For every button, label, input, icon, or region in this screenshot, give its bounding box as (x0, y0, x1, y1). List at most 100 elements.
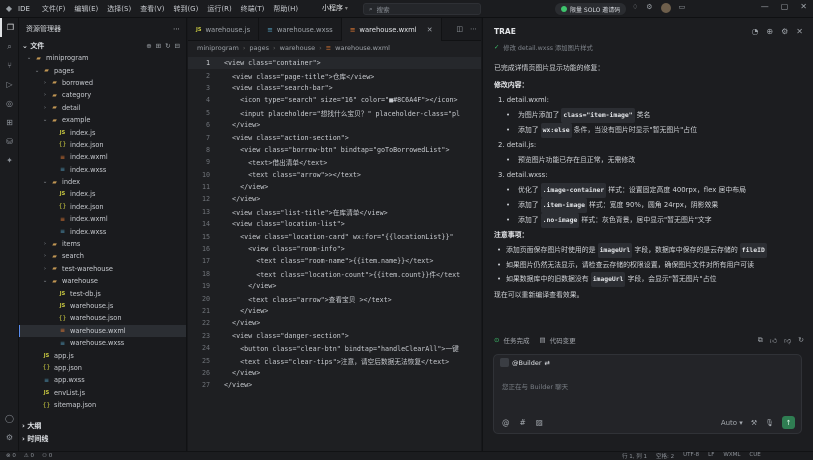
code-line[interactable]: 2 <view class="page-title">仓库</view> (188, 69, 481, 81)
puzzle-icon[interactable]: ✦ (0, 151, 19, 170)
send-button[interactable]: ↑ (782, 416, 795, 429)
tab-warehouse-js[interactable]: JS warehouse.js (188, 18, 260, 41)
menu-goto[interactable]: 转到(G) (173, 4, 198, 14)
cursor-position[interactable]: 行 1, 列 1 (622, 452, 647, 460)
code-line[interactable]: 21 </view> (188, 305, 481, 317)
history-icon[interactable]: ◔ (751, 27, 758, 36)
tree-file[interactable]: JS test-db.js (19, 287, 186, 299)
hash-icon[interactable]: # (520, 418, 526, 427)
command-search-input[interactable]: ⌕ 搜索 (363, 3, 481, 15)
collapse-all-icon[interactable]: ⊟ (175, 42, 180, 50)
code-line[interactable]: 14 <view class="location-list"> (188, 218, 481, 230)
new-file-icon[interactable]: ⊕ (146, 42, 151, 50)
image-icon[interactable]: ▨ (536, 418, 543, 427)
chat-input-box[interactable]: @Builder ⇄ 您正在与 Builder 聊天 @ # ▨ Auto ▾ … (493, 354, 802, 434)
tree-folder[interactable]: › ▰ items (19, 238, 186, 250)
tree-file[interactable]: ≡ app.wxss (19, 374, 186, 386)
tree-folder[interactable]: ⌄ ▰ example (19, 114, 186, 126)
code-line[interactable]: 19 </view> (188, 280, 481, 292)
tab-warehouse-wxml[interactable]: ≡ warehouse.wxml ✕ (341, 18, 442, 41)
extra-status[interactable]: CUE (749, 452, 760, 460)
tree-file[interactable]: ≡ warehouse.wxss (19, 337, 186, 349)
close-tab-icon[interactable]: ✕ (427, 26, 433, 34)
tree-folder[interactable]: › ▰ category (19, 89, 186, 101)
remote-icon[interactable]: ◎ (0, 94, 19, 113)
bell-icon[interactable]: ♢ (632, 3, 638, 13)
code-line[interactable]: 4 <icon type="search" size="16" color="■… (188, 94, 481, 106)
editor-more-icon[interactable]: ⋯ (470, 25, 477, 33)
settings-gear-icon[interactable]: ⚙ (646, 3, 652, 13)
code-line[interactable]: 12 </view> (188, 193, 481, 205)
chat-input-placeholder[interactable]: 您正在与 Builder 聊天 (502, 381, 568, 391)
timeline-section-header[interactable]: › 时间线 (19, 433, 187, 445)
code-line[interactable]: 7 <view class="action-section"> (188, 131, 481, 143)
tree-folder[interactable]: › ▰ detail (19, 102, 186, 114)
code-line[interactable]: 5 <input placeholder="想找什么宝贝？" placehold… (188, 107, 481, 119)
tree-file[interactable]: ≡ index.wxss (19, 225, 186, 237)
tree-folder[interactable]: ⌄ ▰ pages (19, 64, 186, 76)
code-line[interactable]: 3 <view class="search-bar"> (188, 82, 481, 94)
code-line[interactable]: 23 <view class="danger-section"> (188, 330, 481, 342)
layout-icon[interactable]: ▭ (679, 3, 686, 13)
more-actions-icon[interactable]: ⋯ (173, 25, 180, 33)
user-avatar[interactable] (660, 3, 671, 13)
ports-indicator[interactable]: ⚇ 0 (42, 453, 52, 459)
menu-file[interactable]: 文件(F) (42, 4, 66, 14)
breadcrumb-item[interactable]: warehouse.wxml (335, 44, 390, 52)
code-line[interactable]: 1 <view class="container"> (188, 57, 481, 70)
tree-file[interactable]: ≡ index.wxml (19, 213, 186, 225)
tree-file[interactable]: ≡ warehouse.wxml (19, 324, 186, 338)
account-icon[interactable]: ◯ (0, 409, 19, 428)
tree-file[interactable]: {} index.json (19, 201, 186, 213)
tree-folder[interactable]: ⌄ ▰ index (19, 176, 186, 188)
tree-file[interactable]: JS index.js (19, 126, 186, 138)
maximize-icon[interactable]: ▢ (781, 2, 789, 11)
indentation[interactable]: 空格: 2 (656, 452, 674, 460)
close-window-icon[interactable]: ✕ (800, 2, 807, 11)
mode-selector[interactable]: Auto ▾ (721, 419, 743, 427)
switch-agent-icon[interactable]: ⇄ (545, 359, 550, 367)
tree-file[interactable]: JS app.js (19, 349, 186, 361)
breadcrumb-item[interactable]: miniprogram (197, 44, 239, 52)
code-line[interactable]: 20 <text class="arrow">查看宝贝 ></text> (188, 292, 481, 304)
tree-folder[interactable]: › ▰ test-warehouse (19, 263, 186, 275)
menu-selection[interactable]: 选择(S) (107, 4, 131, 14)
code-line[interactable]: 26 </view> (188, 367, 481, 379)
tree-folder[interactable]: ⌄ ▰ miniprogram (19, 52, 186, 64)
new-chat-icon[interactable]: ⊕ (766, 27, 773, 36)
minimize-icon[interactable]: — (761, 2, 769, 11)
tab-warehouse-wxss[interactable]: ≡ warehouse.wxss (259, 18, 342, 41)
menu-run[interactable]: 运行(R) (207, 4, 231, 14)
tree-folder[interactable]: › ▰ search (19, 250, 186, 262)
code-editor[interactable]: 1 <view class="container"> 2 <view class="… (188, 57, 481, 392)
manage-gear-icon[interactable]: ⚙ (0, 428, 19, 447)
code-line[interactable]: 6 </view> (188, 119, 481, 131)
thumbs-up-icon[interactable]: 👍︎ (770, 336, 777, 345)
menu-help[interactable]: 帮助(H) (273, 4, 298, 14)
code-line[interactable]: 13 <view class="list-title">在库清单</view> (188, 206, 481, 218)
close-panel-icon[interactable]: ✕ (796, 27, 803, 36)
mention-icon[interactable]: @ (502, 418, 510, 427)
tree-file[interactable]: ≡ index.wxml (19, 151, 186, 163)
tree-file[interactable]: {} warehouse.json (19, 312, 186, 324)
errors-indicator[interactable]: ⊗ 0 (6, 453, 16, 459)
breadcrumb-item[interactable]: pages (249, 44, 269, 52)
new-folder-icon[interactable]: ⊞ (156, 42, 161, 50)
retry-icon[interactable]: ↻ (798, 336, 804, 345)
code-line[interactable]: 16 <view class="room-info"> (188, 243, 481, 255)
run-debug-icon[interactable]: ▷ (0, 75, 19, 94)
files-section-header[interactable]: ⌄ 文件 ⊕ ⊞ ↻ ⊟ (19, 40, 186, 52)
language-mode[interactable]: WXML (723, 452, 740, 460)
explorer-icon[interactable]: ❐ (0, 18, 19, 37)
refresh-icon[interactable]: ↻ (165, 42, 170, 50)
code-line[interactable]: 8 <view class="borrow-btn" bindtap="goTo… (188, 144, 481, 156)
previous-task-item[interactable]: ✓ 修改 detail.wxss 添加图片样式 (494, 41, 794, 53)
chat-settings-icon[interactable]: ⚙ (781, 27, 788, 36)
breadcrumb-item[interactable]: warehouse (280, 44, 315, 52)
code-line[interactable]: 9 <text>借出清单</text> (188, 156, 481, 168)
thumbs-down-icon[interactable]: 👎︎ (784, 336, 791, 345)
tree-file[interactable]: ≡ index.wxss (19, 164, 186, 176)
code-changes-link[interactable]: 代码变更 (550, 335, 576, 345)
search-icon[interactable]: ⌕ (0, 37, 19, 56)
outline-section-header[interactable]: › 大纲 (19, 420, 187, 432)
